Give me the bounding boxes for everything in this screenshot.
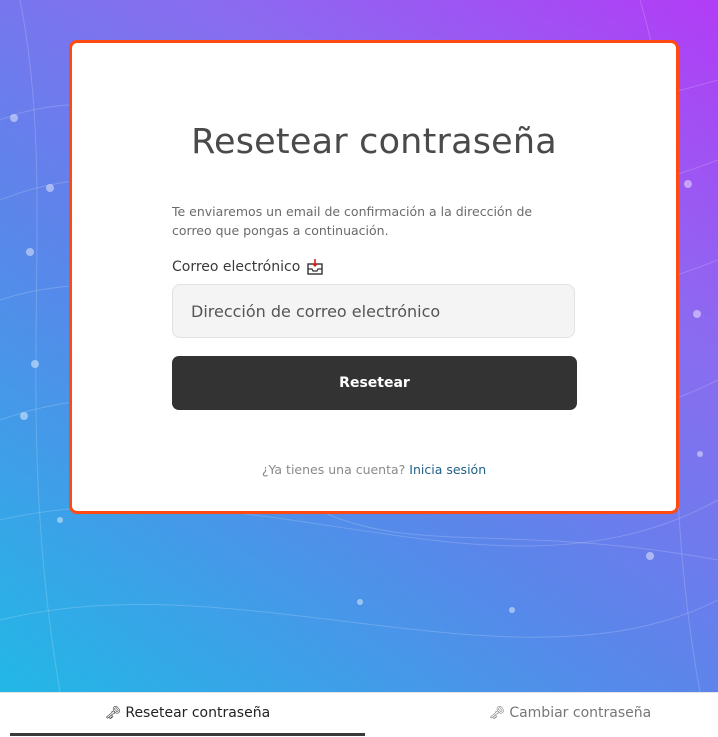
key-icon: 🗝	[104, 705, 122, 721]
email-label-text: Correo electrónico	[172, 259, 301, 275]
tab-change-password[interactable]: 🗝 Cambiar contraseña	[395, 693, 718, 733]
tab-label: Resetear contraseña	[125, 705, 271, 721]
inbox-icon	[307, 259, 323, 275]
login-prompt: ¿Ya tienes una cuenta? Inicia sesión	[72, 462, 676, 477]
tab-label: Cambiar contraseña	[509, 705, 652, 721]
reset-button[interactable]: Resetear	[172, 356, 577, 410]
key-icon: 🗝	[488, 705, 506, 721]
bottom-tabs: 🗝 Resetear contraseña 🗝 Cambiar contrase…	[0, 692, 718, 737]
email-label: Correo electrónico	[172, 258, 324, 276]
reset-password-card: Resetear contraseña Te enviaremos un ema…	[69, 40, 679, 514]
login-link[interactable]: Inicia sesión	[409, 462, 486, 477]
login-prompt-text: ¿Ya tienes una cuenta?	[261, 462, 406, 477]
description-text: Te enviaremos un email de confirmación a…	[172, 203, 533, 238]
tab-reset-password[interactable]: 🗝 Resetear contraseña	[10, 693, 365, 736]
page-title: Resetear contraseña	[191, 122, 557, 163]
email-input[interactable]	[172, 284, 575, 338]
